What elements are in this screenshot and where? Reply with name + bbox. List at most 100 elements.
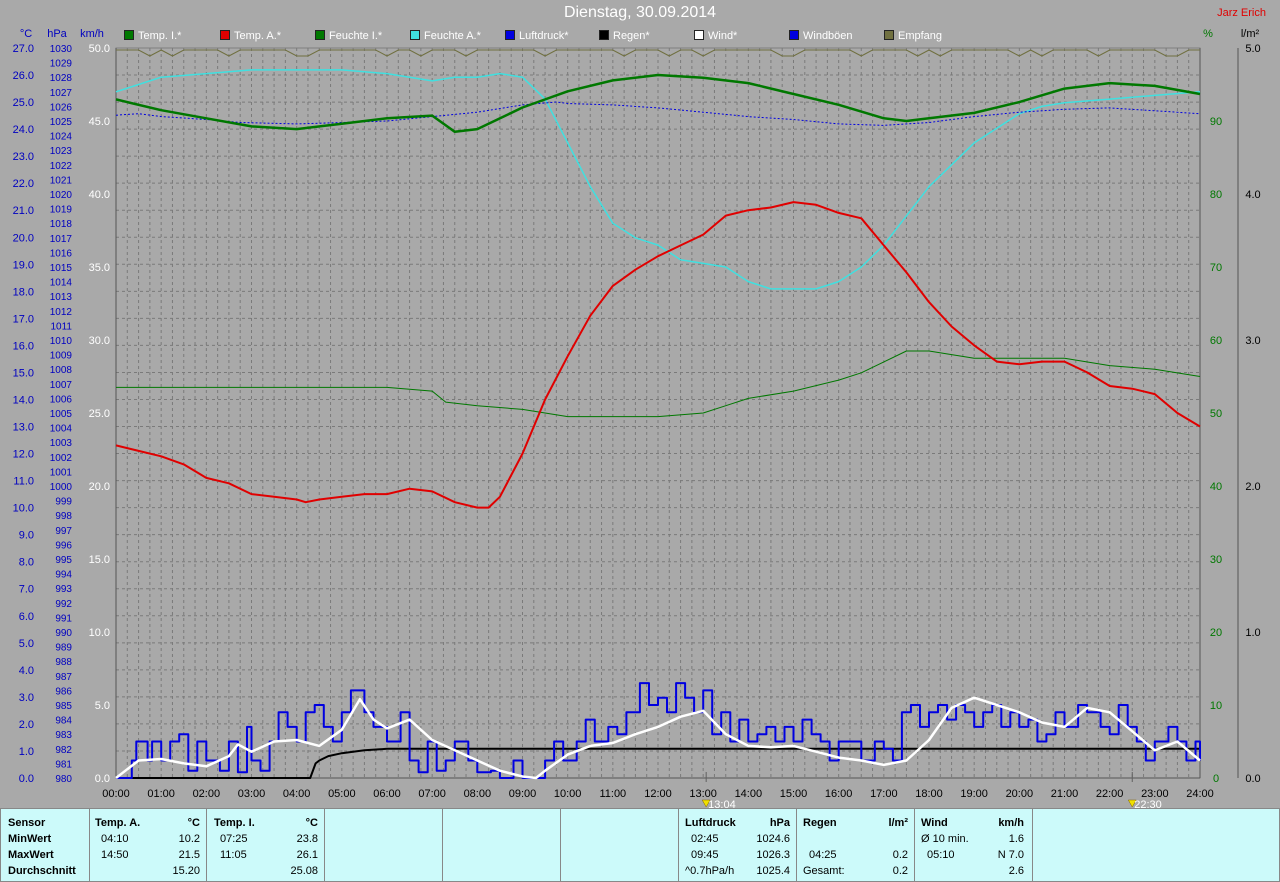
x-tick-label: 14:00 [735,788,763,800]
stats-max-time: 05:10 [927,849,955,861]
pressure-tick-label: 1009 [50,351,73,362]
pressure-tick-label: 1012 [50,307,73,318]
stats-empty-3 [560,809,679,881]
pressure-tick-label: 980 [55,774,72,785]
pressure-tick-label: 981 [55,759,72,770]
pressure-tick-label: 983 [55,730,72,741]
pressure-tick-label: 988 [55,657,72,668]
temp-tick-label: 22.0 [13,178,34,190]
wind-tick-label: 10.0 [89,627,110,639]
pressure-tick-label: 1002 [50,453,73,464]
stats-empty-2 [442,809,561,881]
temp-tick-label: 19.0 [13,259,34,271]
pressure-tick-label: 1027 [50,88,73,99]
stats-title: Temp. I. [214,817,255,829]
x-tick-label: 19:00 [960,788,988,800]
pressure-tick-label: 1010 [50,336,73,347]
legend-swatch [220,30,230,40]
stats-min-value: 1024.6 [756,833,790,845]
stats-empty-1 [324,809,443,881]
station-author: Jarz Erich [1217,7,1266,19]
humidity-tick-label: 90 [1210,116,1222,128]
legend-label: Feuchte A.* [424,30,481,42]
pressure-tick-label: 990 [55,628,72,639]
legend-swatch [124,30,134,40]
temp-tick-label: 21.0 [13,205,34,217]
pressure-tick-label: 997 [55,526,72,537]
legend-swatch [410,30,420,40]
x-tick-label: 22:00 [1096,788,1124,800]
temp-tick-label: 9.0 [19,530,34,542]
temp-tick-label: 5.0 [19,638,34,650]
x-tick-label: 15:00 [780,788,808,800]
row-label-sensor: Sensor [8,817,46,829]
pressure-tick-label: 996 [55,540,72,551]
stats-max-value: 0.2 [892,849,908,861]
wind-tick-label: 5.0 [95,700,110,712]
x-tick-label: 18:00 [915,788,943,800]
temp-tick-label: 17.0 [13,313,34,325]
legend-swatch [315,30,325,40]
stats-trend: ^0.7hPa/h [685,865,735,877]
legend-item-wind: Wind* [694,30,737,42]
pressure-tick-label: 1013 [50,292,73,303]
stats-temp-indoor: Temp. I. °C 07:25 23.8 11:05 26.1 25.08 [206,809,325,881]
pressure-tick-label: 1026 [50,102,73,113]
stats-min-value: 23.8 [296,833,318,845]
temp-tick-label: 0.0 [19,773,34,785]
temp-tick-label: 18.0 [13,286,34,298]
rain-tick-label: 5.0 [1245,43,1260,55]
stats-pressure: Luftdruck hPa 02:45 1024.6 09:45 1026.3 … [678,809,797,881]
stats-max-time: 11:05 [220,849,247,861]
pressure-tick-label: 982 [55,745,72,756]
stats-min-time: 02:45 [691,833,719,845]
pressure-tick-label: 1025 [50,117,73,128]
temp-tick-label: 16.0 [13,340,34,352]
x-tick-label: 04:00 [283,788,311,800]
pressure-tick-label: 984 [55,716,72,727]
humidity-tick-label: 50 [1210,408,1222,420]
legend-item-gusts: Windböen [789,30,853,42]
stats-title: Temp. A. [95,817,141,829]
pressure-tick-label: 1023 [50,146,73,157]
x-tick-label: 12:00 [644,788,672,800]
legend-swatch [789,30,799,40]
pressure-tick-label: 1003 [50,438,73,449]
pressure-tick-label: 1000 [50,482,73,493]
stats-title: Regen [803,817,837,829]
legend-item-temp-indoor: Temp. I.* [124,30,181,42]
stats-max-value: 26.1 [296,849,318,861]
pressure-tick-label: 993 [55,584,72,595]
x-tick-label: 00:00 [102,788,130,800]
stats-total-label: Gesamt: [803,865,845,877]
stats-avg-value: 1025.4 [756,865,790,877]
pressure-axis-unit: hPa [47,28,67,40]
pressure-tick-label: 1015 [50,263,73,274]
pressure-tick-label: 1005 [50,409,73,420]
x-tick-label: 10:00 [554,788,582,800]
temp-tick-label: 25.0 [13,97,34,109]
legend-label: Regen* [613,30,650,42]
humidity-axis-unit: % [1203,28,1213,40]
pressure-tick-label: 1001 [50,467,73,478]
legend-swatch [505,30,515,40]
legend-label: Empfang [898,30,943,42]
stats-max-value: 1026.3 [756,849,790,861]
humidity-tick-label: 10 [1210,700,1222,712]
x-tick-label: 08:00 [464,788,492,800]
temp-tick-label: 15.0 [13,367,34,379]
x-tick-label: 02:00 [193,788,221,800]
x-tick-label: 24:00 [1186,788,1214,800]
humidity-tick-label: 60 [1210,335,1222,347]
wind-tick-label: 45.0 [89,116,110,128]
wind-tick-label: 40.0 [89,189,110,201]
row-label-min: MinWert [8,833,52,845]
chart-title: Dienstag, 30.09.2014 [563,4,717,21]
pressure-tick-label: 1018 [50,219,73,230]
temp-axis-unit: °C [20,28,32,40]
wind-tick-label: 35.0 [89,262,110,274]
stats-row-labels: Sensor MinWert MaxWert Durchschnitt [1,809,90,881]
weather-chart: °C hPa km/h% l/m² 0.0 1.0 2.0 3.0 4.0 5.0 6.0 7.0 8.… [13,28,1261,808]
stats-title: Luftdruck [685,817,736,829]
temp-tick-label: 24.0 [13,124,34,136]
